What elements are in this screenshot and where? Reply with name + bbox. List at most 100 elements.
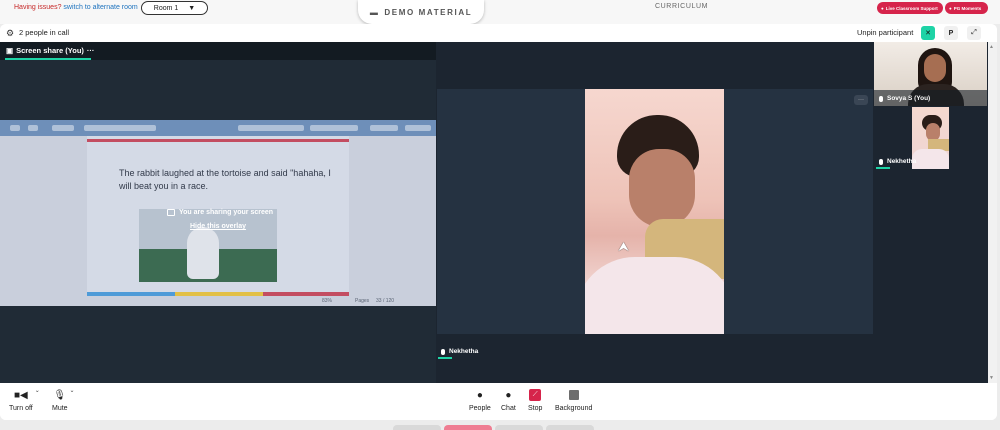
mute-button[interactable]: 🎙 ⌄ Mute — [52, 388, 75, 412]
chat-icon: ● — [505, 389, 512, 401]
pg-moments-button[interactable]: ● PG Moments — [945, 2, 988, 14]
stop-label: Stop — [528, 405, 543, 412]
curriculum-tab[interactable]: CURRICULUM — [655, 3, 708, 10]
gear-icon[interactable]: ⚙ — [6, 28, 14, 39]
color-strip — [87, 292, 175, 296]
color-strip — [263, 292, 349, 296]
top-bar: Having issues? switch to alternate room … — [0, 0, 1000, 24]
issue-notice: Having issues? switch to alternate room — [14, 4, 138, 11]
bottom-tab[interactable] — [495, 425, 543, 430]
camera-icon: ● — [949, 5, 952, 11]
chevron-down-icon[interactable]: ⌄ — [35, 387, 40, 394]
toolbar-item — [84, 125, 156, 131]
demo-material-label: DEMO MATERIAL — [384, 7, 473, 17]
toolbar-item — [370, 125, 398, 131]
background-label: Background — [555, 405, 593, 412]
sharing-notice-text: You are sharing your screen — [179, 209, 274, 216]
demo-material-tab[interactable]: ▬ DEMO MATERIAL — [358, 0, 484, 24]
scroll-down-icon[interactable]: ▼ — [989, 375, 994, 381]
toolbar-item — [28, 125, 38, 131]
chat-button[interactable]: ● Chat — [501, 388, 516, 413]
live-support-label: Live Classroom Support — [885, 5, 938, 11]
pip-button[interactable]: P — [944, 26, 958, 40]
tab-underline — [5, 58, 91, 60]
sharing-notice: You are sharing your screen — [167, 209, 273, 216]
feed-shape — [585, 257, 724, 334]
pages-label: Pages — [355, 298, 370, 304]
shared-app-toolbar — [0, 120, 436, 136]
page: Having issues? switch to alternate room … — [0, 0, 1000, 430]
camera-icon: ■◀ — [14, 389, 28, 401]
slide-text: The rabbit laughed at the tortoise and s… — [119, 168, 331, 191]
background-button[interactable]: Background — [555, 388, 592, 412]
call-bar: ⚙ 2 people in call Unpin participant ✕ P… — [0, 24, 997, 42]
bottom-tab[interactable] — [393, 425, 441, 430]
mic-icon — [879, 95, 883, 102]
issue-text: Having issues? — [14, 4, 62, 11]
mouse-cursor-icon: ⮝ — [618, 239, 630, 254]
folder-icon: ▬ — [369, 7, 380, 17]
people-count: 2 people in call — [19, 28, 70, 37]
feed-shape — [629, 149, 695, 227]
bottom-tab[interactable] — [546, 425, 594, 430]
expand-icon[interactable]: ⤢ — [967, 26, 981, 40]
participant-name: Sovya S (You) — [887, 95, 931, 102]
microphone-icon: 🎙 — [53, 389, 67, 401]
speaking-indicator — [438, 357, 452, 359]
slide-illustration — [139, 209, 277, 282]
speaking-indicator — [876, 167, 890, 169]
more-icon[interactable]: ··· — [87, 46, 95, 55]
people-icon: ● — [476, 389, 483, 401]
zoom-level: 83% — [322, 298, 333, 304]
main-participant-video — [437, 89, 873, 334]
slide-divider — [87, 139, 349, 142]
video-stage: ▣ Screen share (You) ··· The rabbit laug… — [0, 42, 997, 383]
background-icon — [568, 388, 579, 402]
page-count: 33 / 120 — [376, 298, 395, 304]
stop-share-icon: ⟋ — [529, 388, 542, 402]
toolbar-item — [310, 125, 358, 131]
participant-name: Nekhetha — [887, 158, 917, 165]
support-icon: ● — [881, 5, 884, 11]
room-select-value: Room 1 — [153, 4, 179, 12]
switch-room-link[interactable]: switch to alternate room — [63, 4, 137, 11]
screen-share-header: ▣ Screen share (You) ··· — [0, 42, 436, 60]
chevron-down-icon[interactable]: ⌄ — [70, 387, 75, 394]
video-feed — [585, 89, 724, 334]
unpin-participant[interactable]: Unpin participant — [857, 28, 913, 37]
participant-name: Nekhetha — [449, 348, 479, 355]
thumbnail-feed — [912, 107, 949, 169]
toolbar-item — [405, 125, 431, 131]
rabbit-illustration — [187, 227, 219, 279]
hide-overlay-link[interactable]: Hide this overlay — [190, 223, 246, 230]
toolbar-item — [238, 125, 304, 131]
main-participant-name-tag: Nekhetha — [438, 348, 479, 359]
caret-down-icon: ▼ — [188, 4, 196, 12]
turn-off-camera-button[interactable]: ■◀ ⌄ Turn off — [9, 388, 40, 412]
bottom-tab[interactable] — [444, 425, 492, 430]
stop-share-button[interactable]: ⟋ Stop — [528, 388, 542, 412]
screen-icon: ▣ — [6, 46, 14, 55]
pg-moments-label: PG Moments — [953, 5, 982, 11]
call-controls: ■◀ ⌄ Turn off 🎙 ⌄ Mute ● People ● Chat ⟋… — [0, 383, 997, 420]
feed-shape — [924, 54, 946, 82]
feed-shape — [912, 149, 949, 169]
participant-name-tag: Nekhetha — [876, 158, 917, 169]
turn-off-label: Turn off — [9, 405, 33, 412]
people-button[interactable]: ● People — [469, 388, 491, 413]
self-name-tag: Sovya S (You) — [879, 95, 930, 102]
scrollbar[interactable]: ▲ ▼ — [988, 42, 997, 383]
scroll-up-icon[interactable]: ▲ — [989, 44, 994, 50]
mic-icon — [441, 348, 445, 355]
room-select[interactable]: Room 1 ▼ — [141, 1, 208, 15]
share-screen-icon — [167, 209, 175, 216]
color-strip — [175, 292, 263, 296]
toolbar-item — [10, 125, 20, 131]
meeting-frame: ⚙ 2 people in call Unpin participant ✕ P… — [0, 24, 997, 420]
people-label: People — [469, 405, 491, 412]
participant-options-button[interactable]: ··· — [854, 95, 868, 105]
screen-share-tab[interactable]: ▣ Screen share (You) ··· — [5, 46, 95, 60]
chat-label: Chat — [501, 405, 516, 412]
live-support-button[interactable]: ● Live Classroom Support — [877, 2, 943, 14]
close-icon[interactable]: ✕ — [921, 26, 935, 40]
